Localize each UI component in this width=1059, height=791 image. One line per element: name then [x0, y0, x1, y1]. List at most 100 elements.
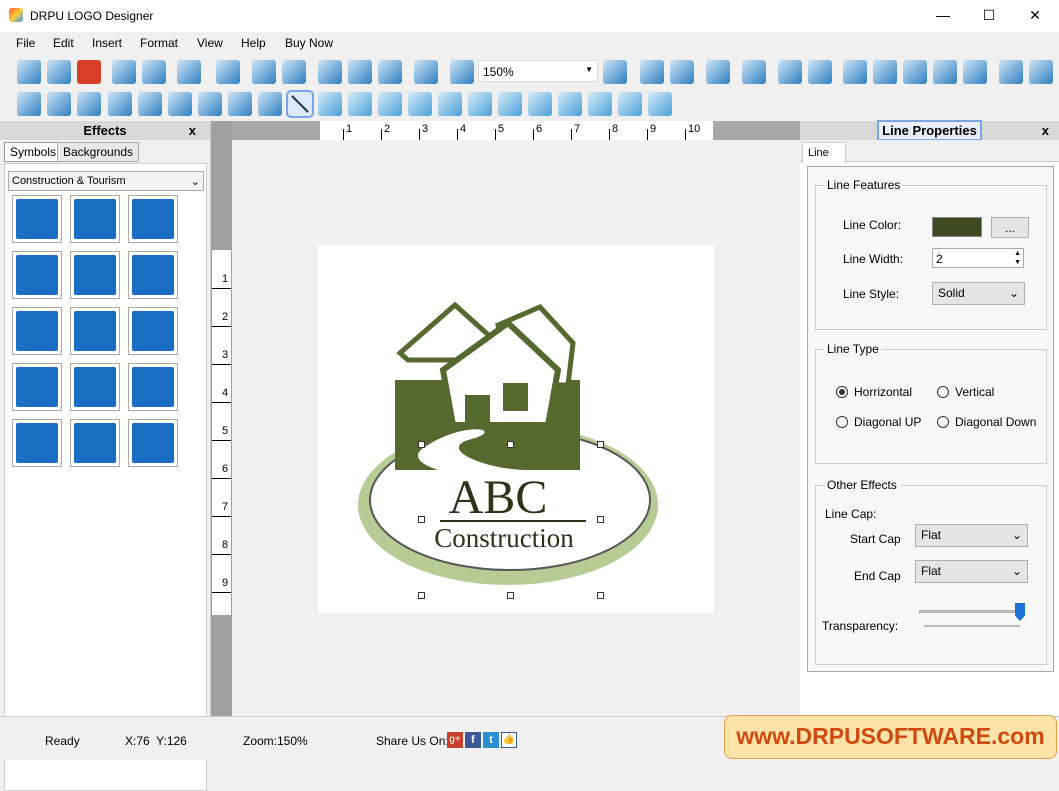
redo-icon[interactable] — [282, 60, 306, 84]
symbol-house-road[interactable] — [70, 195, 120, 243]
new-icon[interactable] — [17, 60, 41, 84]
symbol-airplane[interactable] — [12, 363, 62, 411]
watermark-icon[interactable] — [258, 92, 282, 116]
export-icon[interactable] — [177, 60, 201, 84]
symbol-train[interactable] — [128, 419, 178, 467]
symbol-windmill[interactable] — [12, 251, 62, 299]
print-icon[interactable] — [216, 60, 240, 84]
start-cap-select[interactable]: Flat ⌄ — [915, 524, 1028, 547]
resize-handle[interactable] — [597, 441, 604, 448]
resize-handle[interactable] — [597, 516, 604, 523]
align-top-icon[interactable] — [933, 60, 957, 84]
menu-file[interactable]: File — [16, 36, 35, 50]
rounded-rect-tool-icon[interactable] — [378, 92, 402, 116]
lock-icon[interactable] — [999, 60, 1023, 84]
menu-view[interactable]: View — [197, 36, 223, 50]
cross-tool-icon[interactable] — [498, 92, 522, 116]
rectangle-tool-icon[interactable] — [318, 92, 342, 116]
fit-page-icon[interactable] — [670, 60, 694, 84]
star-tool-icon[interactable] — [438, 92, 462, 116]
symbol-house-road-2[interactable] — [70, 307, 120, 355]
align-right-icon[interactable] — [873, 60, 897, 84]
twitter-icon[interactable]: t — [483, 732, 499, 748]
radio-diagonal-down[interactable] — [937, 416, 949, 428]
users-icon[interactable] — [168, 92, 192, 116]
menu-insert[interactable]: Insert — [92, 36, 122, 50]
arc-tool-icon[interactable] — [648, 92, 672, 116]
radio-diagonal-up[interactable] — [836, 416, 848, 428]
resize-handle[interactable] — [507, 441, 514, 448]
menu-help[interactable]: Help — [241, 36, 266, 50]
zoom-in-icon[interactable] — [450, 60, 474, 84]
resize-handle[interactable] — [597, 592, 604, 599]
symbol-stadium[interactable] — [128, 307, 178, 355]
maximize-button[interactable]: ☐ — [966, 0, 1012, 30]
symbol-rocket[interactable] — [128, 363, 178, 411]
zoom-out-icon[interactable] — [603, 60, 627, 84]
line-width-input[interactable]: 2 ▲ ▼ — [932, 248, 1024, 268]
symbol-sailboat[interactable] — [12, 419, 62, 467]
copy-icon[interactable] — [348, 60, 372, 84]
save-as-icon[interactable] — [142, 60, 166, 84]
symbol-desert-cactus[interactable] — [70, 251, 120, 299]
signature-icon[interactable] — [228, 92, 252, 116]
layers-icon[interactable] — [108, 92, 132, 116]
triangle-right-tool-icon[interactable] — [588, 92, 612, 116]
drpu-website-banner[interactable]: www.DRPUSOFTWARE.com — [724, 715, 1057, 759]
menu-buy-now[interactable]: Buy Now — [285, 36, 333, 50]
logo-graphic[interactable]: ABC Construction — [318, 245, 714, 613]
menu-format[interactable]: Format — [140, 36, 178, 50]
text-icon[interactable] — [17, 92, 41, 116]
grid-icon[interactable] — [706, 60, 730, 84]
symbol-factory[interactable] — [128, 251, 178, 299]
tab-symbols[interactable]: Symbols — [4, 142, 63, 162]
menu-edit[interactable]: Edit — [53, 36, 74, 50]
zoom-select[interactable]: 150% ▼ — [478, 60, 598, 82]
properties-close-button[interactable]: x — [1042, 121, 1049, 140]
symbol-bank[interactable] — [12, 307, 62, 355]
send-backward-icon[interactable] — [808, 60, 832, 84]
transparency-slider[interactable] — [919, 610, 1023, 613]
edit-properties-icon[interactable] — [742, 60, 766, 84]
open-icon[interactable] — [47, 60, 71, 84]
delete-icon[interactable] — [414, 60, 438, 84]
logo-text-abc[interactable]: ABC — [449, 471, 548, 524]
diamond-tool-icon[interactable] — [408, 92, 432, 116]
triangle-up-tool-icon[interactable] — [528, 92, 552, 116]
resize-handle[interactable] — [418, 592, 425, 599]
line-color-browse-button[interactable]: ... — [991, 217, 1029, 238]
resize-handle[interactable] — [418, 516, 425, 523]
radio-horizontal[interactable] — [836, 386, 848, 398]
image-icon[interactable] — [47, 92, 71, 116]
resize-handle[interactable] — [418, 441, 425, 448]
pie-tool-icon[interactable] — [468, 92, 492, 116]
save-icon[interactable] — [112, 60, 136, 84]
line-style-select[interactable]: Solid ⌄ — [932, 282, 1025, 305]
align-bottom-icon[interactable] — [963, 60, 987, 84]
camera-icon[interactable] — [77, 92, 101, 116]
symbol-sailboat-2[interactable] — [70, 419, 120, 467]
google-plus-icon[interactable]: g+ — [447, 732, 463, 748]
triangle-left-tool-icon[interactable] — [618, 92, 642, 116]
background-icon[interactable] — [138, 92, 162, 116]
triangle-down-tool-icon[interactable] — [558, 92, 582, 116]
line-tool-icon[interactable] — [286, 90, 314, 118]
logo-text-construction[interactable]: Construction — [434, 523, 574, 553]
tab-line[interactable]: Line — [802, 142, 846, 163]
symbol-city[interactable] — [128, 195, 178, 243]
end-cap-select[interactable]: Flat ⌄ — [915, 560, 1028, 583]
undo-icon[interactable] — [252, 60, 276, 84]
line-width-spinner[interactable]: ▲ ▼ — [1014, 249, 1021, 267]
line-color-swatch[interactable] — [932, 217, 982, 237]
symbol-airplane-2[interactable] — [70, 363, 120, 411]
symbol-crane-building[interactable] — [12, 195, 62, 243]
transparency-slider-thumb[interactable] — [1015, 603, 1025, 621]
minimize-button[interactable]: — — [920, 0, 966, 30]
radio-vertical[interactable] — [937, 386, 949, 398]
unlock-icon[interactable] — [1029, 60, 1053, 84]
tab-backgrounds[interactable]: Backgrounds — [57, 142, 140, 162]
actual-size-icon[interactable] — [640, 60, 664, 84]
ellipse-tool-icon[interactable] — [348, 92, 372, 116]
like-icon[interactable]: 👍 — [501, 732, 517, 748]
word-art-icon[interactable] — [198, 92, 222, 116]
